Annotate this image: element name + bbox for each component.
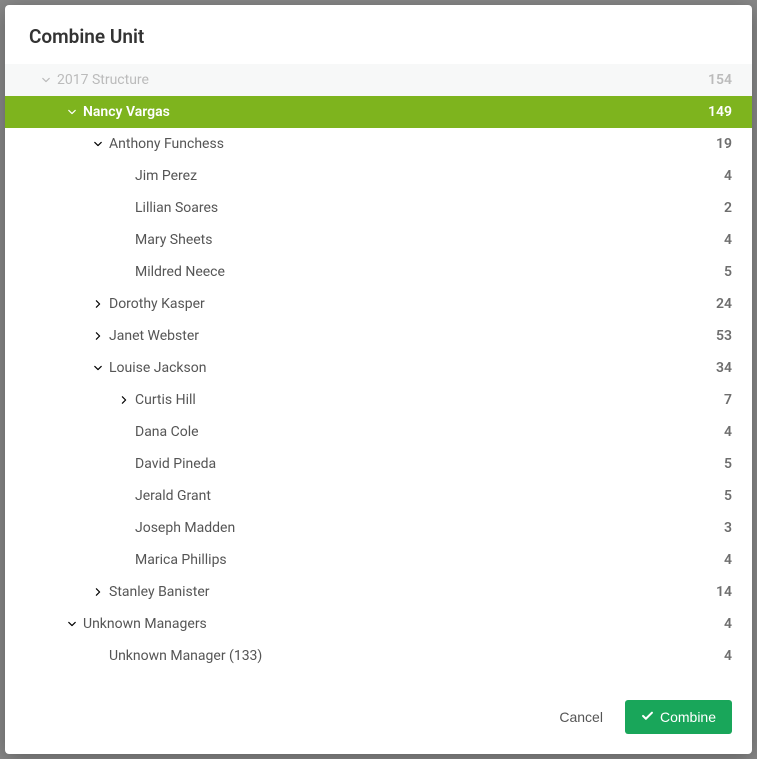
tree-row[interactable]: Janet Webster 53 [5, 320, 752, 352]
tree-label-wrap: Janet Webster [5, 328, 199, 344]
chevron-right-icon[interactable] [93, 587, 103, 597]
tree-row[interactable]: Lillian Soares 2 [5, 192, 752, 224]
tree-row[interactable]: Unknown Manager (133) 4 [5, 640, 752, 672]
tree-label-wrap: David Pineda [5, 456, 216, 472]
tree-label-wrap: Mary Sheets [5, 232, 212, 248]
tree-row[interactable]: Curtis Hill 7 [5, 384, 752, 416]
tree-label-wrap: Jim Perez [5, 168, 197, 184]
tree-item-count: 3 [724, 520, 732, 536]
chevron-right-icon[interactable] [119, 395, 129, 405]
cancel-button[interactable]: Cancel [555, 701, 607, 733]
tree-item-count: 19 [716, 136, 732, 152]
tree-item-label: Mildred Neece [135, 264, 225, 280]
tree-label-wrap: Marica Phillips [5, 552, 227, 568]
tree-item-label: Curtis Hill [135, 392, 196, 408]
tree-item-label: Louise Jackson [109, 360, 206, 376]
tree-item-label: Stanley Banister [109, 584, 210, 600]
tree-item-label: Joseph Madden [135, 520, 235, 536]
tree-row[interactable]: Unknown Managers 4 [5, 608, 752, 640]
tree-item-count: 4 [724, 552, 732, 568]
tree-item-count: 2 [724, 200, 732, 216]
tree-item-label: Nancy Vargas [83, 104, 170, 120]
tree-label-wrap: Mildred Neece [5, 264, 225, 280]
tree-item-count: 5 [724, 456, 732, 472]
tree-row[interactable]: Nancy Vargas 149 [5, 96, 752, 128]
tree-row[interactable]: Jim Perez 4 [5, 160, 752, 192]
tree-label-wrap: Curtis Hill [5, 392, 196, 408]
tree-item-count: 4 [724, 616, 732, 632]
tree-item-count: 5 [724, 264, 732, 280]
tree-item-label: Dorothy Kasper [109, 296, 205, 312]
tree-label-wrap: Lillian Soares [5, 200, 218, 216]
tree-label-wrap: Louise Jackson [5, 360, 206, 376]
tree-item-count: 4 [724, 168, 732, 184]
tree-row[interactable]: Anthony Funchess 19 [5, 128, 752, 160]
tree-item-count: 5 [724, 488, 732, 504]
tree-item-label: 2017 Structure [57, 72, 149, 88]
combine-unit-modal: Combine Unit 2017 Structure 154 Nancy Varg… [5, 5, 752, 754]
tree-row[interactable]: Dorothy Kasper 24 [5, 288, 752, 320]
check-icon [641, 709, 654, 725]
tree-label-wrap: Joseph Madden [5, 520, 235, 536]
tree-row[interactable]: Dana Cole 4 [5, 416, 752, 448]
tree-row[interactable]: Mary Sheets 4 [5, 224, 752, 256]
tree-item-count: 7 [724, 392, 732, 408]
tree-item-count: 154 [708, 72, 732, 88]
chevron-right-icon[interactable] [93, 331, 103, 341]
tree-item-count: 34 [716, 360, 732, 376]
tree-item-label: Marica Phillips [135, 552, 227, 568]
tree-label-wrap: Unknown Managers [5, 616, 207, 632]
modal-footer: Cancel Combine [5, 684, 752, 754]
tree-item-count: 24 [716, 296, 732, 312]
tree-row[interactable]: Louise Jackson 34 [5, 352, 752, 384]
modal-title: Combine Unit [29, 25, 728, 48]
chevron-right-icon[interactable] [93, 299, 103, 309]
tree-item-count: 53 [716, 328, 732, 344]
tree-list: 2017 Structure 154 Nancy Vargas 149 Anthony … [5, 64, 752, 684]
tree-item-count: 4 [724, 424, 732, 440]
tree-item-count: 4 [724, 232, 732, 248]
tree-row[interactable]: Joseph Madden 3 [5, 512, 752, 544]
tree-item-label: Unknown Managers [83, 616, 207, 632]
tree-row[interactable]: Marica Phillips 4 [5, 544, 752, 576]
tree-label-wrap: Jerald Grant [5, 488, 211, 504]
tree-item-label: Jim Perez [135, 168, 197, 184]
chevron-down-icon[interactable] [93, 363, 103, 373]
combine-button-label: Combine [660, 709, 716, 725]
tree-label-wrap: Dorothy Kasper [5, 296, 205, 312]
tree-item-label: Jerald Grant [135, 488, 211, 504]
tree-row[interactable]: 2017 Structure 154 [5, 64, 752, 96]
tree-row[interactable]: Jerald Grant 5 [5, 480, 752, 512]
tree-label-wrap: Stanley Banister [5, 584, 210, 600]
tree-label-wrap: Unknown Manager (133) [5, 648, 262, 664]
tree-item-count: 149 [708, 104, 732, 120]
tree-label-wrap: Nancy Vargas [5, 104, 170, 120]
tree-item-label: Dana Cole [135, 424, 199, 440]
tree-item-count: 4 [724, 648, 732, 664]
tree-item-label: Anthony Funchess [109, 136, 224, 152]
tree-item-label: David Pineda [135, 456, 216, 472]
tree-label-wrap: Anthony Funchess [5, 136, 224, 152]
chevron-down-icon[interactable] [67, 107, 77, 117]
tree-item-label: Lillian Soares [135, 200, 218, 216]
tree-item-count: 14 [716, 584, 732, 600]
tree-row[interactable]: David Pineda 5 [5, 448, 752, 480]
chevron-down-icon[interactable] [67, 619, 77, 629]
tree-item-label: Unknown Manager (133) [109, 648, 262, 664]
modal-header: Combine Unit [5, 5, 752, 64]
chevron-down-icon[interactable] [41, 75, 51, 85]
tree-row[interactable]: Mildred Neece 5 [5, 256, 752, 288]
chevron-down-icon[interactable] [93, 139, 103, 149]
tree-label-wrap: Dana Cole [5, 424, 199, 440]
tree-row[interactable]: Stanley Banister 14 [5, 576, 752, 608]
tree-label-wrap: 2017 Structure [5, 72, 149, 88]
tree-item-label: Mary Sheets [135, 232, 212, 248]
tree-item-label: Janet Webster [109, 328, 199, 344]
combine-button[interactable]: Combine [625, 700, 732, 734]
